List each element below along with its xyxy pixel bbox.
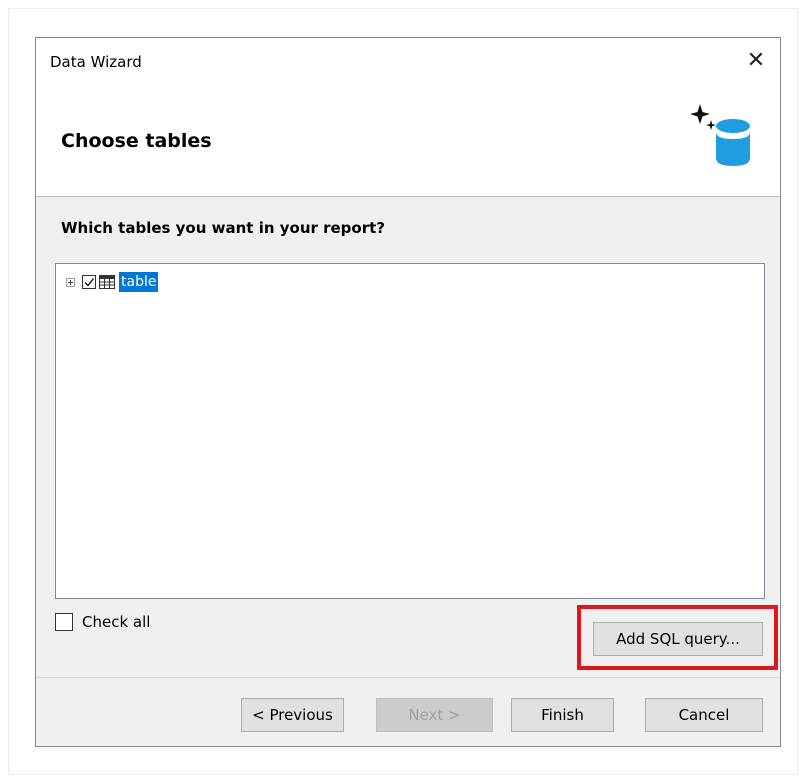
expand-icon[interactable] xyxy=(66,277,75,287)
next-button[interactable]: Next > xyxy=(376,698,493,732)
tree-item-checkbox[interactable] xyxy=(82,275,96,289)
close-icon: ✕ xyxy=(746,47,766,73)
tables-question: Which tables you want in your report? xyxy=(61,219,385,237)
tree-item-label[interactable]: table xyxy=(119,272,159,292)
footer-separator xyxy=(36,677,780,678)
data-wizard-dialog: Data Wizard ✕ Choose tables Which tables… xyxy=(35,37,781,747)
close-button[interactable]: ✕ xyxy=(742,46,770,74)
cancel-button[interactable]: Cancel xyxy=(645,698,763,732)
check-all[interactable]: Check all xyxy=(55,613,150,631)
page-heading: Choose tables xyxy=(61,130,212,152)
database-sparkle-icon xyxy=(690,104,751,166)
add-sql-query-button[interactable]: Add SQL query... xyxy=(593,622,763,656)
check-all-label: Check all xyxy=(82,613,151,631)
check-all-checkbox[interactable] xyxy=(55,613,73,631)
window-title: Data Wizard xyxy=(50,53,142,71)
previous-button[interactable]: < Previous xyxy=(241,698,344,732)
tables-tree[interactable]: table xyxy=(55,263,765,599)
wizard-header: Data Wizard ✕ Choose tables xyxy=(36,38,780,197)
tree-item[interactable]: table xyxy=(66,271,159,293)
checkmark-icon xyxy=(84,278,95,287)
finish-button[interactable]: Finish xyxy=(511,698,614,732)
table-grid-icon xyxy=(99,275,115,289)
